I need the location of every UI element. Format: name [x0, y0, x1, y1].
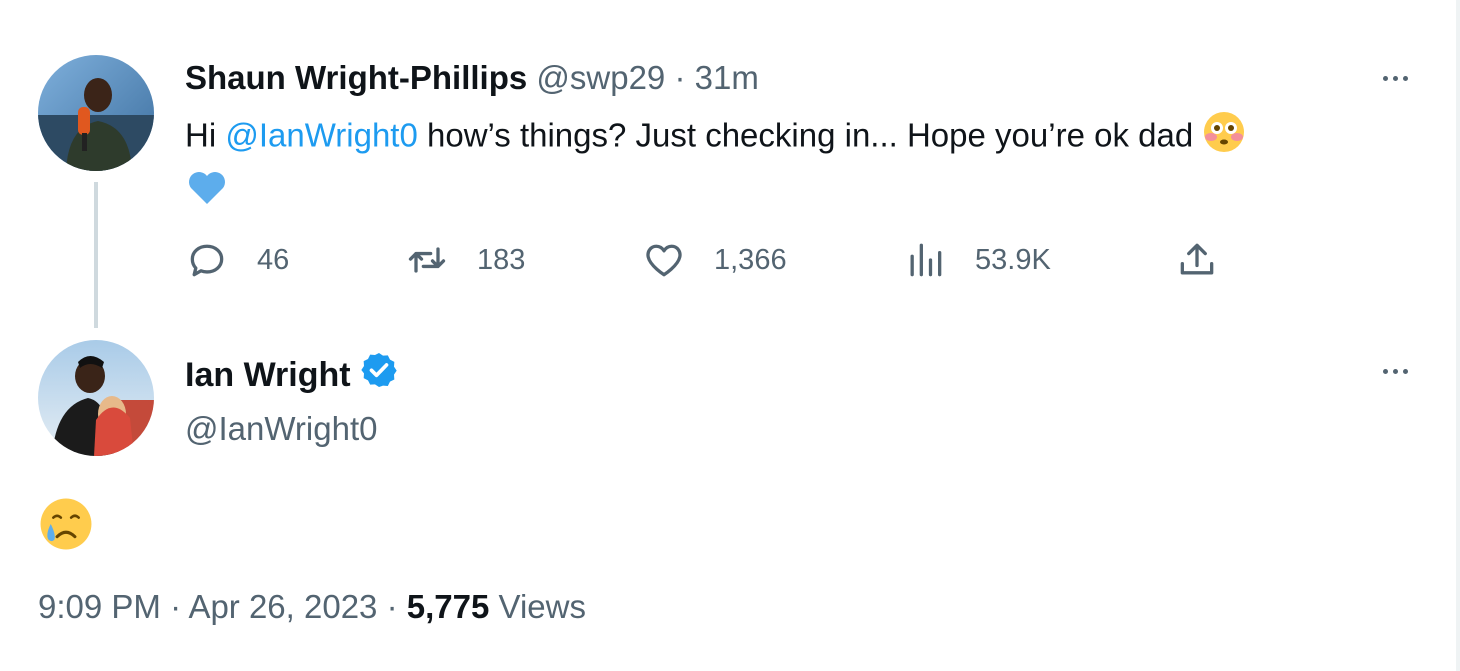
meta-separator: ·	[170, 588, 182, 625]
parent-tweet-text: Hi @IanWright0 how’s things? Just checki…	[185, 110, 1385, 222]
dot	[1402, 75, 1408, 81]
tweet-text-segment: Hi	[185, 116, 226, 154]
blue-heart-emoji	[185, 166, 229, 222]
analytics-icon	[910, 243, 942, 277]
reply-display-name[interactable]: Ian Wright	[185, 354, 351, 396]
like-count: 1,366	[714, 243, 787, 276]
reply-views-count: 5,775	[406, 588, 490, 625]
parent-handle[interactable]: @swp29	[536, 59, 665, 96]
share-button[interactable]	[1175, 237, 1219, 283]
reply-date[interactable]: Apr 26, 2023	[188, 588, 377, 625]
avatar-swp[interactable]	[38, 55, 154, 171]
like-button[interactable]: 1,366	[642, 237, 787, 283]
reply-icon	[190, 244, 224, 277]
reply-time[interactable]: 9:09 PM	[38, 588, 161, 625]
views-button[interactable]: 53.9K	[903, 237, 1051, 283]
share-icon	[1180, 243, 1214, 275]
dot	[1402, 368, 1408, 374]
reply-handle[interactable]: @IanWright0	[185, 408, 399, 450]
mention-link[interactable]: @IanWright0	[225, 117, 417, 154]
retweet-button[interactable]: 183	[405, 237, 525, 283]
reply-author-block: Ian Wright @IanWright0	[185, 350, 399, 450]
views-count: 53.9K	[975, 243, 1051, 276]
avatar-ian-wright[interactable]	[38, 340, 154, 456]
meta-separator: ·	[386, 588, 398, 625]
dot	[1382, 368, 1388, 374]
reply-button[interactable]: 46	[185, 237, 289, 283]
parent-timestamp[interactable]: 31m	[695, 59, 759, 96]
parent-tweet-header: Shaun Wright-Phillips @swp29 · 31m	[185, 58, 759, 98]
retweet-icon	[408, 247, 446, 273]
reply-views-label: Views	[498, 588, 586, 625]
flushed-face-emoji	[1202, 110, 1246, 166]
verified-badge-icon[interactable]	[359, 350, 399, 400]
retweet-count: 183	[477, 243, 526, 276]
more-icon[interactable]	[1370, 356, 1420, 386]
parent-display-name[interactable]: Shaun Wright-Phillips	[185, 59, 527, 96]
dot	[1392, 75, 1398, 81]
reply-meta: 9:09 PM · Apr 26, 2023 · 5,775 Views	[38, 586, 586, 628]
tweet-text-segment: how’s things? Just checking in... Hope y…	[417, 116, 1194, 154]
crying-face-emoji	[38, 496, 94, 557]
dot	[1392, 368, 1398, 374]
thread-connector-line	[94, 182, 98, 328]
tweet-action-bar: 46 183 1,366 53.9K	[185, 237, 1225, 283]
more-icon[interactable]	[1370, 63, 1420, 93]
heart-icon	[646, 244, 682, 277]
dot	[1382, 75, 1388, 81]
header-separator: ·	[674, 59, 686, 96]
reply-count: 46	[257, 243, 290, 276]
page-edge-divider	[1456, 0, 1460, 671]
